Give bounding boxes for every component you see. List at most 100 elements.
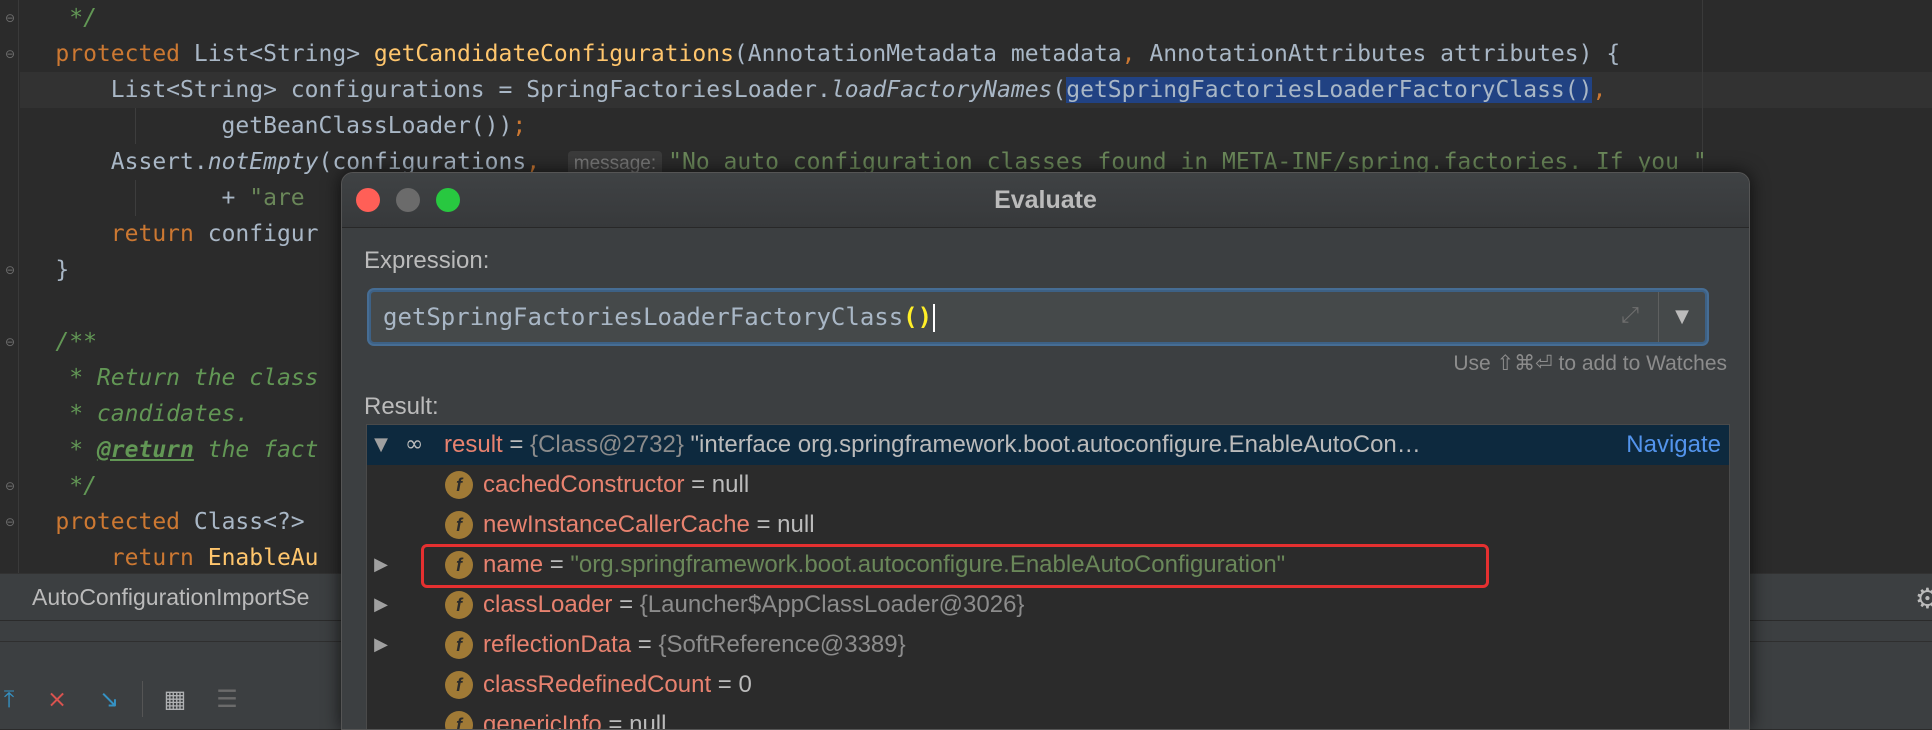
code-token: * candidates. — [0, 401, 250, 427]
code-token: (AnnotationMetadata metadata — [733, 41, 1122, 67]
equals-sign: = — [502, 431, 531, 458]
field-name: cachedConstructor — [483, 471, 685, 498]
dialog-titlebar[interactable]: Evaluate — [342, 173, 1749, 228]
result-tree-row[interactable]: ▶ f classLoader = {Launcher$AppClassLoader… — [367, 585, 1729, 625]
run-to-cursor-icon[interactable]: ↘ — [94, 681, 124, 717]
watch-glasses-icon: ∞ — [405, 432, 424, 457]
code-token: loadFactoryNames — [830, 77, 1053, 103]
result-tree-row[interactable]: f newInstanceCallerCache = null — [367, 505, 1729, 545]
code-line[interactable]: * Return the class — [0, 360, 319, 396]
code-token: , — [1592, 77, 1607, 103]
history-dropdown-button[interactable]: ▼ — [1659, 292, 1705, 342]
code-token: ( — [1052, 77, 1067, 103]
result-tree-row[interactable]: f classRedefinedCount = 0 — [367, 665, 1729, 705]
code-line[interactable]: protected List<String> getCandidateConfi… — [0, 36, 1620, 72]
field-value: 0 — [738, 671, 752, 698]
expand-arrow-icon[interactable]: ▶ — [371, 625, 391, 665]
trace-icon[interactable]: ☰ — [212, 681, 242, 717]
gear-icon[interactable]: ⚙ — [1915, 582, 1932, 615]
highlight-annotation-box — [421, 544, 1489, 588]
code-token: List<String> — [193, 41, 374, 67]
code-line[interactable]: + "are — [0, 180, 305, 216]
code-token: protected — [55, 509, 194, 535]
expand-arrow-icon[interactable]: ▶ — [371, 585, 391, 625]
debug-tab-label[interactable]: AutoConfigurationImportSe — [32, 574, 309, 620]
truncation-ellipsis: … — [1396, 431, 1421, 458]
field-icon: f — [445, 471, 473, 499]
code-token: notEmpty — [207, 149, 319, 175]
fold-marker-icon[interactable]: ⊖ — [5, 515, 16, 529]
field-name: newInstanceCallerCache — [483, 511, 750, 538]
fold-marker-icon[interactable]: ⊖ — [5, 335, 16, 349]
expand-arrow-icon[interactable]: ▶ — [371, 545, 391, 585]
result-tree-row[interactable]: ▼ ∞ result = {Class@2732} "interface org.s… — [367, 425, 1729, 465]
field-value: null — [777, 511, 815, 538]
field-icon: f — [445, 511, 473, 539]
code-line[interactable]: * @return the fact — [0, 432, 319, 468]
field-value: {SoftReference@3389} — [658, 631, 906, 658]
field-name: result — [444, 431, 503, 458]
navigate-link[interactable]: Navigate — [1620, 425, 1721, 465]
code-line[interactable]: * candidates. — [0, 396, 249, 432]
expand-icon[interactable]: ⤢ — [1617, 303, 1643, 329]
field-name: classLoader — [483, 591, 613, 618]
code-line[interactable]: return configur — [0, 216, 319, 252]
equals-sign: = — [684, 471, 712, 498]
object-id: {Class@2732} — [530, 431, 691, 458]
field-icon: f — [445, 591, 473, 619]
evaluate-table-icon[interactable]: ▦ — [160, 681, 190, 717]
field-name: classRedefinedCount — [483, 671, 712, 698]
collapse-arrow-icon[interactable]: ▼ — [371, 425, 391, 465]
field-name: genericInfo — [483, 711, 602, 730]
code-token: ; — [512, 113, 527, 139]
code-line[interactable]: return EnableAu — [0, 540, 319, 576]
code-line[interactable]: getBeanClassLoader()); — [0, 108, 527, 144]
fold-marker-icon[interactable]: ⊖ — [5, 263, 16, 277]
code-token: EnableAu — [207, 545, 319, 571]
evaluate-dialog: Evaluate Expression: getSpringFactoriesL… — [341, 172, 1750, 730]
fold-marker-icon[interactable]: ⊖ — [5, 479, 16, 493]
result-tree-row[interactable]: f genericInfo = null — [367, 705, 1729, 730]
watch-hint: Use ⇧⌘⏎ to add to Watches — [1453, 352, 1727, 375]
code-token: protected — [55, 41, 194, 67]
field-icon: f — [445, 671, 473, 699]
fold-marker-icon[interactable]: ⊖ — [5, 47, 16, 61]
fold-marker-icon[interactable]: ⊖ — [5, 11, 16, 25]
result-tree-row[interactable]: ▶ f reflectionData = {SoftReference@3389} — [367, 625, 1729, 665]
code-token: , — [1121, 41, 1150, 67]
equals-sign: = — [612, 591, 640, 618]
text-caret — [933, 304, 936, 332]
field-icon: f — [445, 631, 473, 659]
code-token: return — [110, 545, 208, 571]
code-line[interactable]: List<String> configurations = SpringFact… — [0, 72, 1606, 108]
equals-sign: = — [711, 671, 739, 698]
expression-label: Expression: — [364, 247, 490, 274]
result-tree-row[interactable]: f cachedConstructor = null — [367, 465, 1729, 505]
dialog-title: Evaluate — [994, 186, 1097, 214]
field-value: {Launcher$AppClassLoader@3026} — [639, 591, 1025, 618]
expression-text: getSpringFactoriesLoaderFactoryClass — [383, 303, 904, 331]
field-value: null — [711, 471, 750, 498]
drop-frame-icon[interactable]: ⨯ — [42, 681, 72, 717]
code-token: * Return the class — [0, 365, 319, 391]
code-token: + — [0, 185, 250, 211]
expression-input[interactable]: getSpringFactoriesLoaderFactoryClass() ⤢… — [369, 290, 1707, 344]
code-token: return — [110, 221, 208, 247]
code-token: getSpringFactoriesLoaderFactoryClass() — [1066, 77, 1593, 103]
code-token: getCandidateConfigurations — [373, 41, 734, 67]
field-icon: f — [445, 711, 473, 729]
step-out-icon[interactable]: ⤒ — [0, 681, 24, 717]
code-token: Assert. — [0, 149, 208, 175]
field-value: null — [629, 711, 667, 730]
code-line[interactable]: protected Class<?> — [0, 504, 305, 540]
code-token: Class<?> — [193, 509, 305, 535]
code-token: * — [0, 437, 97, 463]
equals-sign: = — [749, 511, 778, 538]
field-value: "interface org.springframework.boot.auto… — [690, 431, 1397, 458]
code-token: the fact — [193, 437, 319, 463]
code-token: getBeanClassLoader()) — [0, 113, 513, 139]
result-label: Result: — [364, 393, 439, 420]
code-token: configur — [207, 221, 319, 247]
expression-parens: () — [903, 303, 933, 331]
